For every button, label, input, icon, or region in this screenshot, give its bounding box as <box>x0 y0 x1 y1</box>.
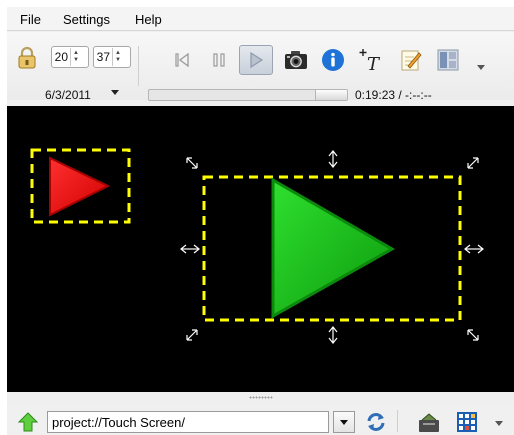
layout-icon <box>437 49 459 71</box>
play-button[interactable] <box>239 45 273 75</box>
play-icon <box>250 51 264 69</box>
progress-thumb[interactable] <box>315 90 347 100</box>
resize-handle-s-icon[interactable] <box>328 326 338 344</box>
refresh-icon <box>367 413 385 431</box>
status-divider <box>397 410 398 432</box>
tools-button[interactable] <box>416 410 442 434</box>
navigate-up-button[interactable] <box>15 410 41 434</box>
splitter-grip-icon[interactable] <box>249 396 273 399</box>
menu-file[interactable]: File <box>20 12 41 27</box>
view-dropdown-icon[interactable] <box>495 421 503 426</box>
toolbar: 20 ▲ ▼ 37 ▲ ▼ 6/3/2011 T 0:19:23 / -:--:… <box>7 32 514 102</box>
svg-text:T: T <box>367 54 381 73</box>
pause-icon <box>213 53 225 67</box>
info-button[interactable] <box>316 45 350 75</box>
add-text-icon: T <box>359 49 381 73</box>
grid-icon <box>457 412 477 432</box>
status-bar <box>7 405 514 435</box>
resize-handle-se-icon[interactable] <box>467 329 479 341</box>
date-dropdown-icon[interactable] <box>111 90 119 95</box>
spinner-b-value: 37 <box>96 50 110 64</box>
spinner-a-arrows[interactable]: ▲ ▼ <box>70 48 81 66</box>
canvas-drawing[interactable] <box>7 106 514 392</box>
resize-handle-e-icon[interactable] <box>464 244 484 254</box>
spinner-a[interactable]: 20 ▲ ▼ <box>51 46 89 68</box>
edit-button[interactable] <box>394 45 428 75</box>
skip-back-icon <box>175 52 189 68</box>
refresh-button[interactable] <box>363 410 389 434</box>
resize-handle-nw-icon[interactable] <box>186 157 198 169</box>
menu-help[interactable]: Help <box>135 12 162 27</box>
edit-icon <box>401 50 422 71</box>
chevron-down-icon <box>340 420 348 425</box>
toolbar-divider <box>138 46 139 86</box>
time-display: 0:19:23 / -:--:-- <box>355 88 432 102</box>
preview-canvas[interactable] <box>7 106 514 392</box>
up-arrow-icon <box>17 412 39 432</box>
view-grid-button[interactable] <box>454 410 480 434</box>
progress-bar[interactable] <box>148 89 348 101</box>
path-input[interactable] <box>47 411 329 433</box>
camera-icon <box>285 51 307 69</box>
spinner-a-value: 20 <box>54 50 68 64</box>
resize-handle-ne-icon[interactable] <box>467 157 479 169</box>
info-icon <box>322 49 344 71</box>
lock-icon[interactable] <box>17 46 37 70</box>
menu-bar: File Settings Help <box>7 7 514 31</box>
snapshot-button[interactable] <box>279 45 313 75</box>
add-text-button[interactable]: T <box>355 45 389 75</box>
app-window: File Settings Help 20 ▲ ▼ 37 ▲ ▼ 6/3/2011 <box>7 7 514 435</box>
resize-handle-w-icon[interactable] <box>180 244 200 254</box>
resize-handle-sw-icon[interactable] <box>186 329 198 341</box>
skip-back-button[interactable] <box>165 45 199 75</box>
tools-icon <box>419 413 439 432</box>
path-dropdown-button[interactable] <box>333 411 355 433</box>
resize-handle-n-icon[interactable] <box>328 150 338 168</box>
layout-dropdown-icon[interactable] <box>477 65 485 70</box>
date-display[interactable]: 6/3/2011 <box>45 88 91 102</box>
spinner-b-arrows[interactable]: ▲ ▼ <box>112 48 123 66</box>
spinner-b[interactable]: 37 ▲ ▼ <box>93 46 131 68</box>
pause-button[interactable] <box>202 45 236 75</box>
layout-button[interactable] <box>431 45 465 75</box>
red-triangle[interactable] <box>49 156 111 217</box>
panel-splitter[interactable] <box>7 392 514 405</box>
green-triangle[interactable] <box>271 177 396 319</box>
menu-settings[interactable]: Settings <box>63 12 110 27</box>
